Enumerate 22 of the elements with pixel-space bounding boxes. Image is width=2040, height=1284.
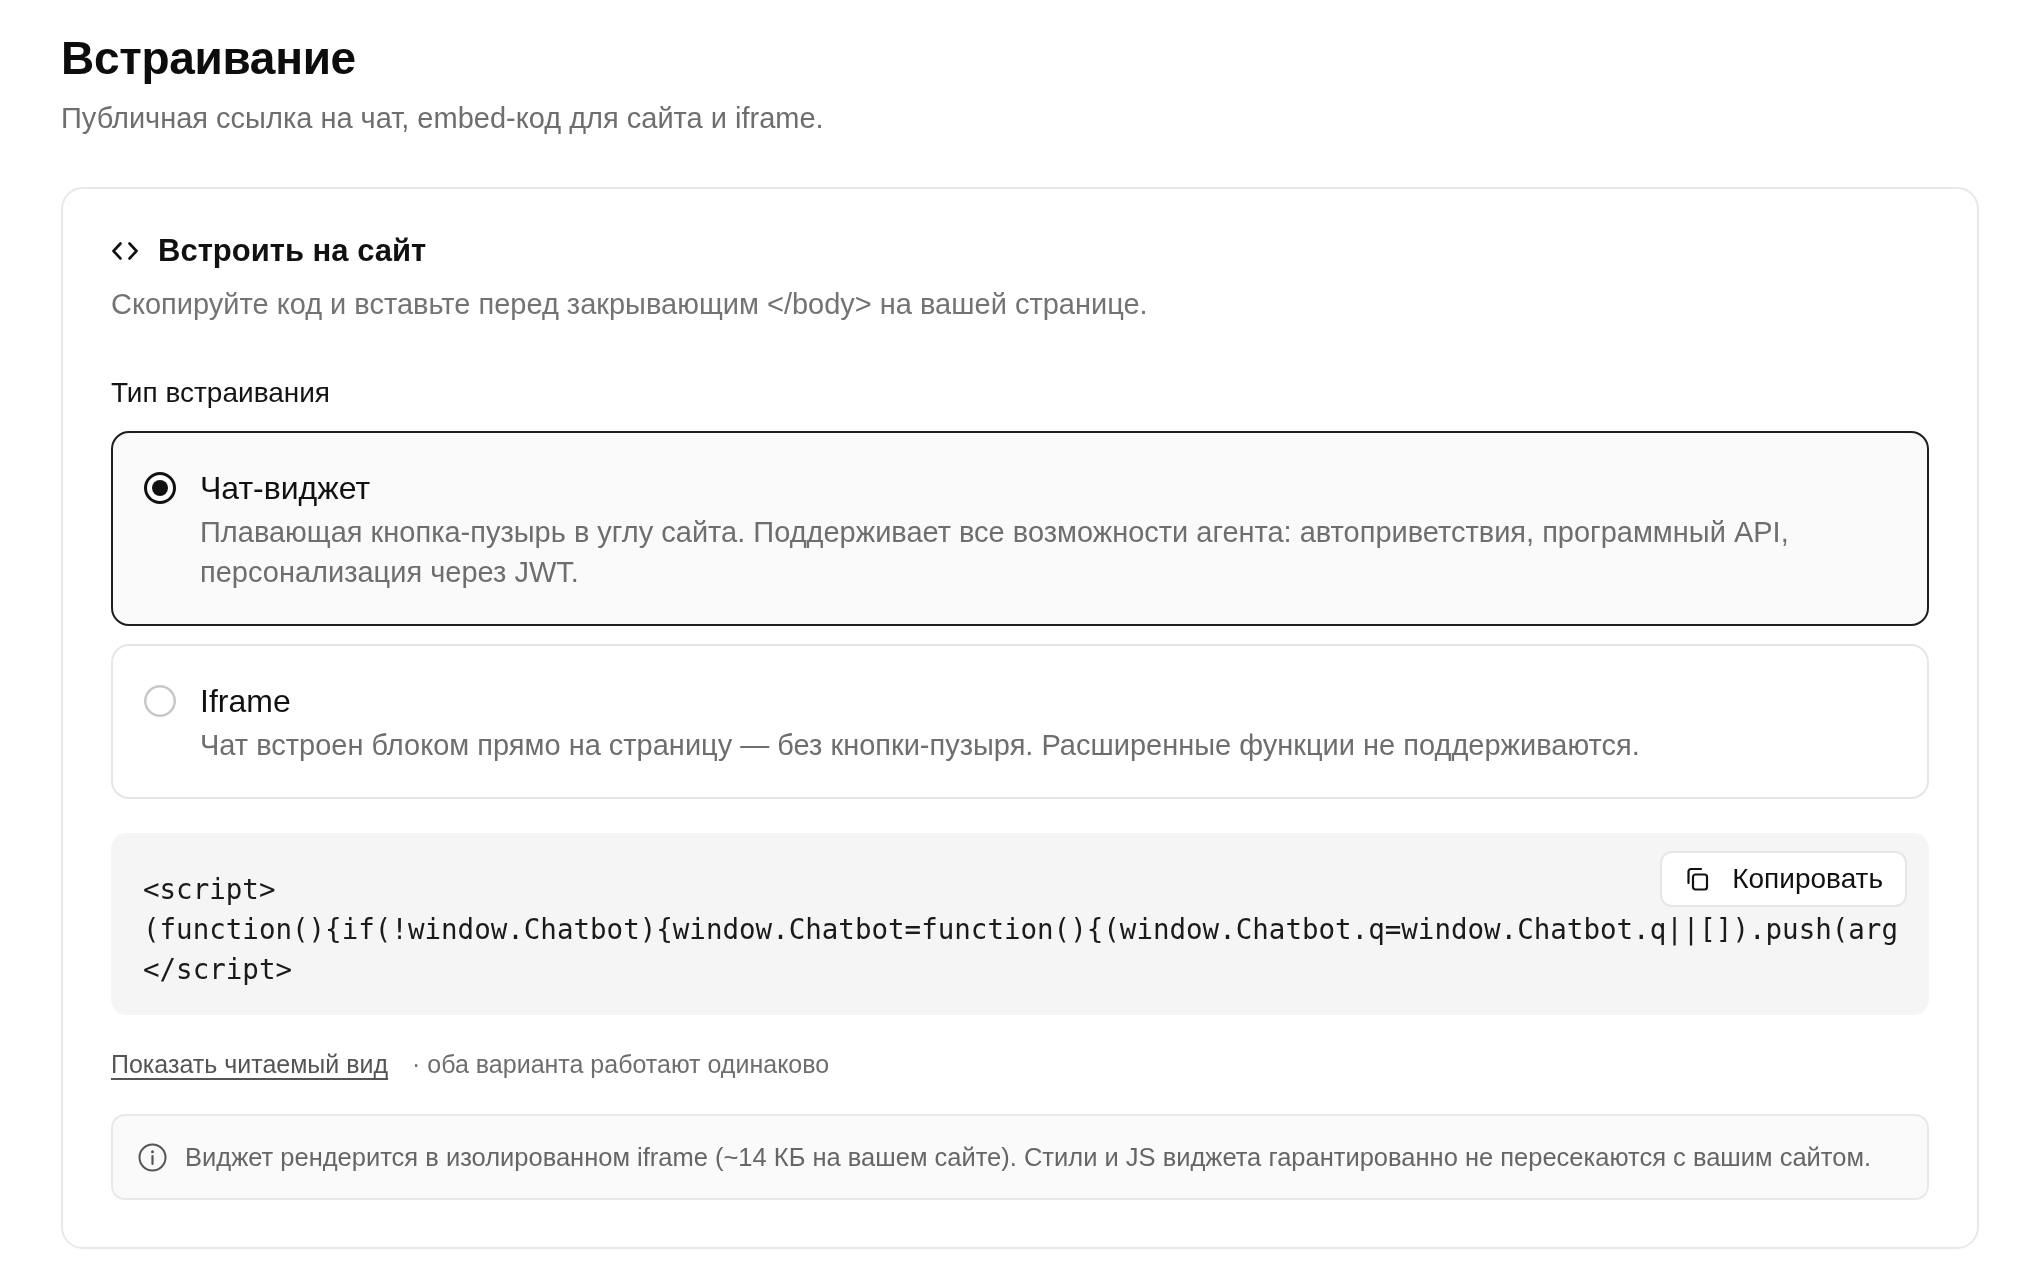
option-description: Плавающая кнопка-пузырь в углу сайта. Поддерживает все возможности агента: автоприветствия, программный API, персонализация через JWT. <box>200 515 1790 590</box>
page-subtitle: Публичная ссылка на чат, embed-код для сайта и iframe. <box>61 101 824 136</box>
option-title: Чат-виджет <box>200 469 371 508</box>
info-icon <box>138 1142 167 1172</box>
code-line: (function(){if(!window.Chatbot){window.Chatbot=function(){(window.Chatbot.q=window.Chatbot.q||[]).push(arg <box>143 912 1898 948</box>
code-brackets-icon <box>111 240 139 262</box>
card-title: Встроить на сайт <box>158 232 427 270</box>
radio-button[interactable] <box>144 472 176 504</box>
code-line: <script> <box>143 872 276 907</box>
info-text: Виджет рендерится в изолированном iframe (~14 КБ на вашем сайте). Стили и JS виджета гарантированно не пересекаются с вашим сайтом. <box>185 1142 1871 1173</box>
option-description: Чат встроен блоком прямо на страницу — без кнопки-пузыря. Расширенные функции не поддерживаются. <box>200 728 1640 763</box>
hint-text: · оба варианта работают одинаково <box>412 1049 830 1080</box>
copy-icon <box>1684 866 1711 892</box>
readable-view-link[interactable]: Показать читаемый вид <box>111 1047 389 1081</box>
embed-type-label: Тип встраивания <box>111 376 331 410</box>
embed-option[interactable]: Чат-виджет Плавающая кнопка-пузырь в углу сайта. Поддерживает все возможности агента: автоприветствия, программный API, персонализация через JWT. <box>111 431 1929 626</box>
option-title: Iframe <box>200 682 291 721</box>
embed-option[interactable]: Iframe Чат встроен блоком прямо на страницу — без кнопки-пузыря. Расширенные функции не поддерживаются. <box>111 644 1929 799</box>
code-line: </script> <box>143 952 292 987</box>
card-description: Скопируйте код и вставьте перед закрывающим </body> на вашей странице. <box>111 287 1148 322</box>
copy-button[interactable]: Копировать <box>1660 851 1907 907</box>
page-title: Встраивание <box>61 31 356 86</box>
